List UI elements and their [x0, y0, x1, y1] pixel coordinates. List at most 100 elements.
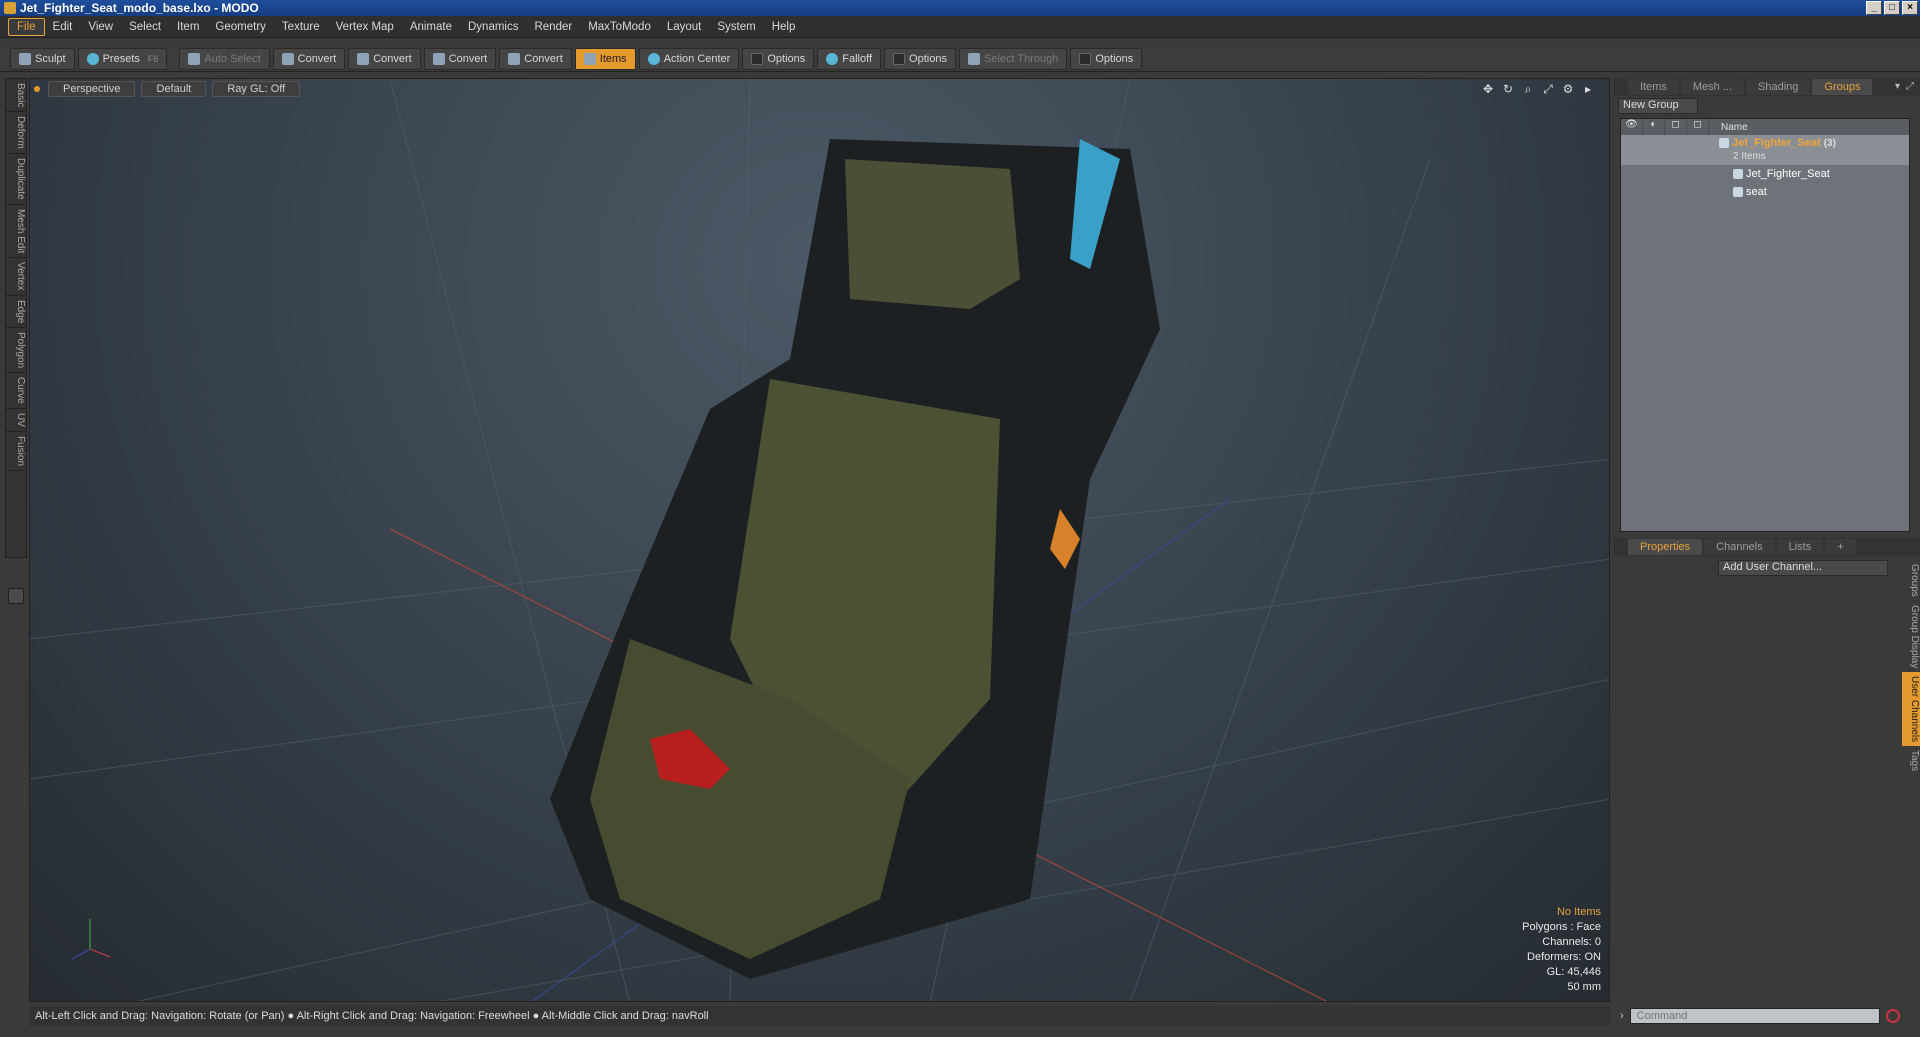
view-type-button[interactable]: Perspective — [48, 81, 136, 97]
select-through-options-button[interactable]: Options — [1070, 47, 1143, 70]
command-history-button[interactable] — [1885, 1009, 1900, 1023]
tab-properties[interactable]: Properties — [1628, 539, 1703, 555]
menu-view[interactable]: View — [80, 19, 121, 35]
list-item[interactable]: Jet_Fighter_Seat — [1621, 165, 1909, 183]
status-bar: Alt-Left Click and Drag: Navigation: Rot… — [29, 1006, 1610, 1026]
select-through-button[interactable]: Select Through — [958, 47, 1068, 70]
minimize-icon[interactable]: _ — [1866, 1, 1882, 15]
convert-material-button[interactable]: Convert — [499, 47, 572, 70]
menu-layout[interactable]: Layout — [659, 19, 710, 35]
menu-help[interactable]: Help — [764, 19, 804, 35]
convert-polygon-button[interactable]: Convert — [423, 47, 497, 70]
menu-render[interactable]: Render — [526, 19, 580, 35]
mesh-icon — [1733, 187, 1743, 198]
action-center-options-button[interactable]: Options — [742, 47, 815, 70]
polygon-icon — [432, 52, 445, 65]
add-user-channel-button[interactable]: Add User Channel... — [1718, 560, 1888, 576]
name-column-header[interactable]: Name — [1721, 122, 1748, 133]
tab-basic[interactable]: Basic — [6, 79, 26, 113]
viewport-menu-dot[interactable] — [34, 86, 40, 92]
status-text: Alt-Left Click and Drag: Navigation: Rot… — [35, 1010, 709, 1022]
zoom-icon[interactable]: ⌕ — [1521, 82, 1535, 96]
group-items-count: 2 Items — [1733, 151, 1766, 162]
info-polygons: Polygons : Face — [1522, 921, 1601, 933]
convert-vertex-button[interactable]: Convert — [272, 47, 346, 70]
tab-edge[interactable]: Edge — [6, 296, 26, 329]
info-focal-length: 50 mm — [1567, 981, 1601, 993]
tab-groups[interactable]: Groups — [1812, 79, 1873, 95]
items-mode-button[interactable]: Items — [574, 47, 636, 70]
close-icon[interactable]: × — [1902, 1, 1918, 15]
tab-fusion[interactable]: Fusion — [6, 432, 26, 471]
side-tab-user-channels[interactable]: User Channels — [1902, 672, 1920, 747]
tab-uv[interactable]: UV — [6, 409, 26, 432]
group-row[interactable]: Jet_Fighter_Seat (3) 2 Items — [1621, 135, 1909, 165]
select-column-icon: ◻ — [1687, 119, 1709, 135]
menu-edit[interactable]: Edit — [45, 19, 81, 35]
side-tab-groups[interactable]: Groups — [1902, 560, 1920, 601]
ejection-seat-model[interactable] — [550, 139, 1160, 979]
auto-select-button[interactable]: Auto Select — [179, 47, 270, 70]
menu-vertex-map[interactable]: Vertex Map — [328, 19, 402, 35]
brush-icon — [19, 52, 31, 65]
options-icon — [751, 52, 764, 65]
chevron-right-icon[interactable]: ▸ — [1581, 82, 1595, 96]
list-item[interactable]: seat — [1621, 183, 1909, 201]
menu-animate[interactable]: Animate — [402, 19, 460, 35]
info-channels: Channels: 0 — [1542, 936, 1601, 948]
3d-viewport[interactable]: Perspective Default Ray GL: Off ✥ ↻ ⌕ ⤢ … — [29, 78, 1610, 1002]
menu-select[interactable]: Select — [121, 19, 169, 35]
convert-edge-button[interactable]: Convert — [348, 47, 421, 70]
menu-system[interactable]: System — [709, 19, 763, 35]
side-tab-tags[interactable]: Tags — [1902, 746, 1920, 775]
menu-dynamics[interactable]: Dynamics — [460, 19, 526, 35]
shading-mode-button[interactable]: Default — [141, 81, 207, 97]
locator-icon — [1733, 169, 1743, 180]
child-name: seat — [1746, 186, 1767, 198]
chevron-down-icon[interactable]: ▾ — [1895, 81, 1900, 92]
menu-file[interactable]: File — [8, 17, 45, 36]
menu-maxtomodo[interactable]: MaxToModo — [580, 19, 659, 35]
gear-icon[interactable]: ⚙ — [1561, 82, 1575, 96]
tab-vertex[interactable]: Vertex — [6, 258, 26, 296]
viewport-scene — [30, 79, 1609, 1001]
presets-icon — [86, 52, 99, 65]
presets-button[interactable]: Presets F6 — [77, 47, 168, 70]
menu-item[interactable]: Item — [169, 19, 207, 35]
tab-polygon[interactable]: Polygon — [6, 328, 26, 374]
auto-select-icon — [188, 52, 201, 65]
add-tab-button[interactable]: + — [1825, 539, 1856, 555]
menu-texture[interactable]: Texture — [274, 19, 328, 35]
tab-curve[interactable]: Curve — [6, 373, 26, 409]
tab-duplicate[interactable]: Duplicate — [6, 154, 26, 205]
fit-icon[interactable]: ⤢ — [1541, 82, 1555, 96]
chevron-right-icon: › — [1620, 1010, 1624, 1022]
info-items: No Items — [1556, 906, 1601, 918]
maximize-icon[interactable]: □ — [1884, 1, 1900, 15]
expand-icon[interactable]: ⤢ — [1906, 81, 1914, 92]
new-group-button[interactable]: New Group — [1618, 98, 1698, 114]
info-deformers: Deformers: ON — [1527, 951, 1601, 963]
tab-deform[interactable]: Deform — [6, 112, 26, 155]
toolbox-toggle-button[interactable] — [8, 588, 24, 604]
falloff-button[interactable]: Falloff — [817, 47, 882, 70]
tab-items[interactable]: Items — [1628, 79, 1679, 95]
falloff-options-button[interactable]: Options — [884, 47, 956, 70]
command-input[interactable] — [1629, 1008, 1880, 1024]
pan-icon[interactable]: ✥ — [1481, 82, 1495, 96]
rotate-icon[interactable]: ↻ — [1501, 82, 1515, 96]
tab-channels[interactable]: Channels — [1704, 539, 1775, 555]
main-toolbar: Sculpt Presets F6 Auto Select Convert Con… — [0, 46, 1920, 72]
tab-lists[interactable]: Lists — [1776, 539, 1824, 555]
action-center-button[interactable]: Action Center — [638, 47, 740, 70]
tab-shading[interactable]: Shading — [1746, 79, 1811, 95]
select-through-icon — [967, 52, 980, 65]
raygl-button[interactable]: Ray GL: Off — [212, 81, 301, 97]
properties-side-tabs: Groups Group Display User Channels Tags — [1902, 560, 1920, 775]
tab-mesh-edit[interactable]: Mesh Edit — [6, 205, 26, 259]
menu-geometry[interactable]: Geometry — [207, 19, 274, 35]
tab-mesh[interactable]: Mesh ... — [1680, 79, 1745, 95]
window-controls: _ □ × — [1866, 1, 1918, 15]
sculpt-button[interactable]: Sculpt — [10, 47, 75, 70]
side-tab-group-display[interactable]: Group Display — [1902, 601, 1920, 672]
